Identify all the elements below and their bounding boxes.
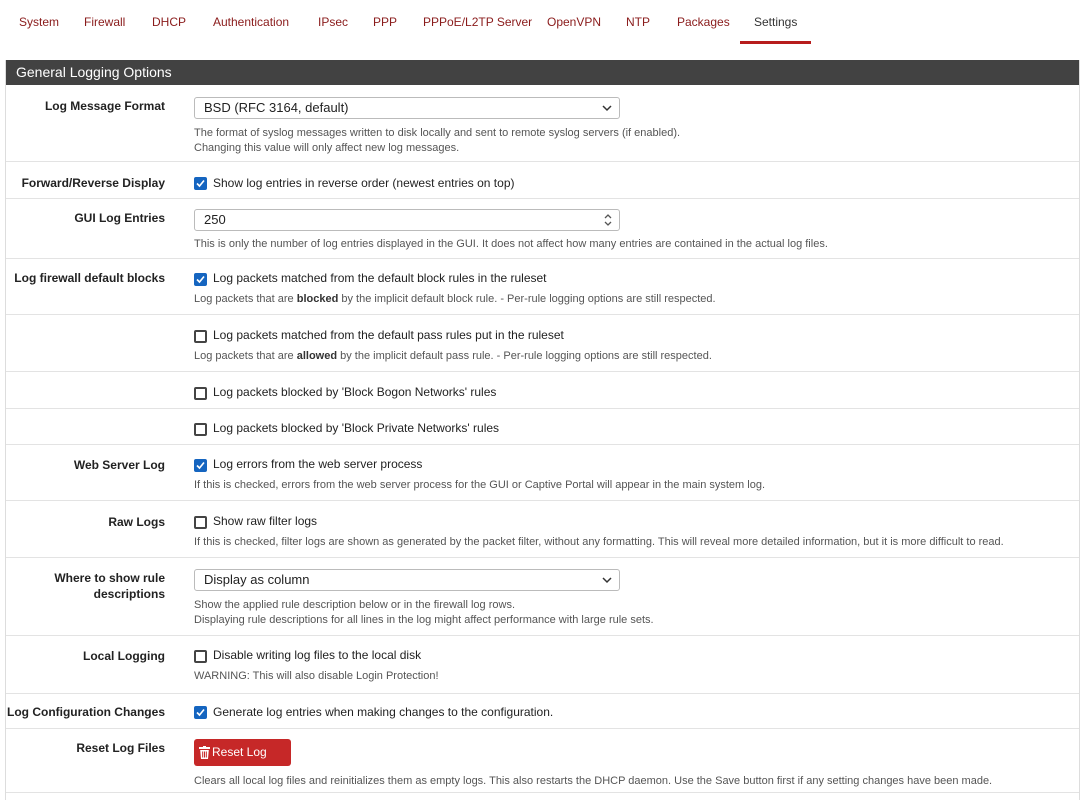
disable-local-logging-checkbox-label: Disable writing log files to the local d… [213, 648, 422, 662]
log-message-format-help-1: The format of syslog messages written to… [194, 127, 681, 139]
gui-log-entries-value: 250 [204, 212, 226, 227]
panel-title: General Logging Options [6, 60, 1079, 85]
tab-firewall[interactable]: Firewall [84, 0, 125, 44]
tab-pppoe-l2tp-server[interactable]: PPPoE/L2TP Server [423, 0, 532, 44]
log-message-format-label: Log Message Format [44, 99, 165, 113]
log-message-format-select[interactable]: BSD (RFC 3164, default) [194, 97, 620, 119]
row-local-logging: Local Logging Disable writing log files … [6, 635, 1079, 694]
tab-openvpn[interactable]: OpenVPN [547, 0, 601, 44]
tab-system[interactable]: System [19, 0, 59, 44]
local-logging-warning: WARNING: This will also disable Login Pr… [194, 670, 439, 682]
chevron-down-icon [602, 577, 612, 584]
default-block-checkbox-label: Log packets matched from the default blo… [213, 271, 547, 285]
tab-ppp[interactable]: PPP [373, 0, 397, 44]
rule-descriptions-label-line2: descriptions [93, 587, 165, 601]
spinner-arrows-icon[interactable] [602, 212, 614, 228]
trash-icon [199, 746, 210, 759]
forward-reverse-label: Forward/Reverse Display [21, 176, 165, 190]
row-forward-reverse: Forward/Reverse Display Show log entries… [6, 161, 1079, 199]
row-default-block: Log firewall default blocks Log packets … [6, 258, 1079, 315]
default-pass-help: Log packets that are allowed by the impl… [194, 350, 712, 362]
row-raw-logs: Raw Logs Show raw filter logs If this is… [6, 500, 1079, 558]
raw-logs-label: Raw Logs [108, 515, 165, 529]
general-logging-panel: General Logging Options Log Message Form… [5, 60, 1080, 800]
web-server-log-checkbox-label: Log errors from the web server process [213, 457, 423, 471]
reverse-order-checkbox[interactable] [194, 177, 207, 190]
default-block-checkbox[interactable] [194, 273, 207, 286]
row-bogon: Log packets blocked by 'Block Bogon Netw… [6, 371, 1079, 409]
tab-packages[interactable]: Packages [677, 0, 730, 44]
tab-bar: System Firewall DHCP Authentication IPse… [0, 0, 1083, 60]
chevron-down-icon [602, 105, 612, 112]
default-block-help: Log packets that are blocked by the impl… [194, 293, 716, 305]
gui-log-entries-label: GUI Log Entries [74, 211, 165, 225]
gui-log-entries-input[interactable]: 250 [194, 209, 620, 231]
default-pass-checkbox-label: Log packets matched from the default pas… [213, 328, 564, 342]
log-message-format-value: BSD (RFC 3164, default) [204, 100, 349, 115]
raw-logs-checkbox-label: Show raw filter logs [213, 514, 318, 528]
check-icon [196, 179, 205, 188]
check-icon [196, 461, 205, 470]
log-message-format-help-2: Changing this value will only affect new… [194, 142, 460, 154]
rule-descriptions-help-1: Show the applied rule description below … [194, 599, 516, 611]
default-blocks-label: Log firewall default blocks [14, 271, 165, 285]
tab-ipsec[interactable]: IPsec [318, 0, 348, 44]
config-changes-checkbox-label: Generate log entries when making changes… [213, 705, 554, 719]
local-logging-label: Local Logging [83, 649, 165, 663]
web-server-log-checkbox[interactable] [194, 459, 207, 472]
rule-descriptions-value: Display as column [204, 572, 310, 587]
check-icon [196, 708, 205, 717]
web-server-log-label: Web Server Log [73, 458, 165, 472]
reverse-order-checkbox-label: Show log entries in reverse order (newes… [213, 176, 515, 190]
config-changes-label: Log Configuration Changes [7, 705, 165, 719]
disable-local-logging-checkbox[interactable] [194, 650, 207, 663]
default-pass-checkbox[interactable] [194, 330, 207, 343]
row-rule-descriptions: Where to show rule descriptions Display … [6, 557, 1079, 636]
bogon-checkbox-label: Log packets blocked by 'Block Bogon Netw… [213, 385, 497, 399]
raw-logs-checkbox[interactable] [194, 516, 207, 529]
tab-ntp[interactable]: NTP [626, 0, 650, 44]
private-networks-checkbox[interactable] [194, 423, 207, 436]
tab-authentication[interactable]: Authentication [213, 0, 289, 44]
raw-logs-help: If this is checked, filter logs are show… [194, 536, 1004, 548]
check-icon [196, 275, 205, 284]
rule-descriptions-help-2: Displaying rule descriptions for all lin… [194, 614, 654, 626]
bogon-checkbox[interactable] [194, 387, 207, 400]
row-log-message-format: Log Message Format BSD (RFC 3164, defaul… [6, 85, 1079, 162]
gui-log-entries-help: This is only the number of log entries d… [194, 238, 828, 250]
reset-log-files-label: Reset Log Files [76, 741, 165, 755]
rule-descriptions-label-line1: Where to show rule [54, 571, 165, 585]
tab-dhcp[interactable]: DHCP [152, 0, 186, 44]
row-gui-log-entries: GUI Log Entries 250 This is only the num… [6, 198, 1079, 259]
tab-settings[interactable]: Settings [739, 0, 812, 44]
row-reset-log-files: Reset Log Files Reset Log Files Clears a… [6, 728, 1079, 793]
rule-descriptions-select[interactable]: Display as column [194, 569, 620, 591]
row-default-pass: Log packets matched from the default pas… [6, 314, 1079, 372]
reset-log-files-button[interactable]: Reset Log Files [194, 739, 291, 786]
private-networks-checkbox-label: Log packets blocked by 'Block Private Ne… [213, 421, 500, 435]
row-web-server-log: Web Server Log Log errors from the web s… [6, 444, 1079, 501]
row-config-changes: Log Configuration Changes Generate log e… [6, 693, 1079, 729]
config-changes-checkbox[interactable] [194, 706, 207, 719]
row-private: Log packets blocked by 'Block Private Ne… [6, 408, 1079, 445]
web-server-log-help: If this is checked, errors from the web … [194, 479, 766, 491]
reset-log-files-help: Clears all local log files and reinitial… [194, 775, 993, 787]
